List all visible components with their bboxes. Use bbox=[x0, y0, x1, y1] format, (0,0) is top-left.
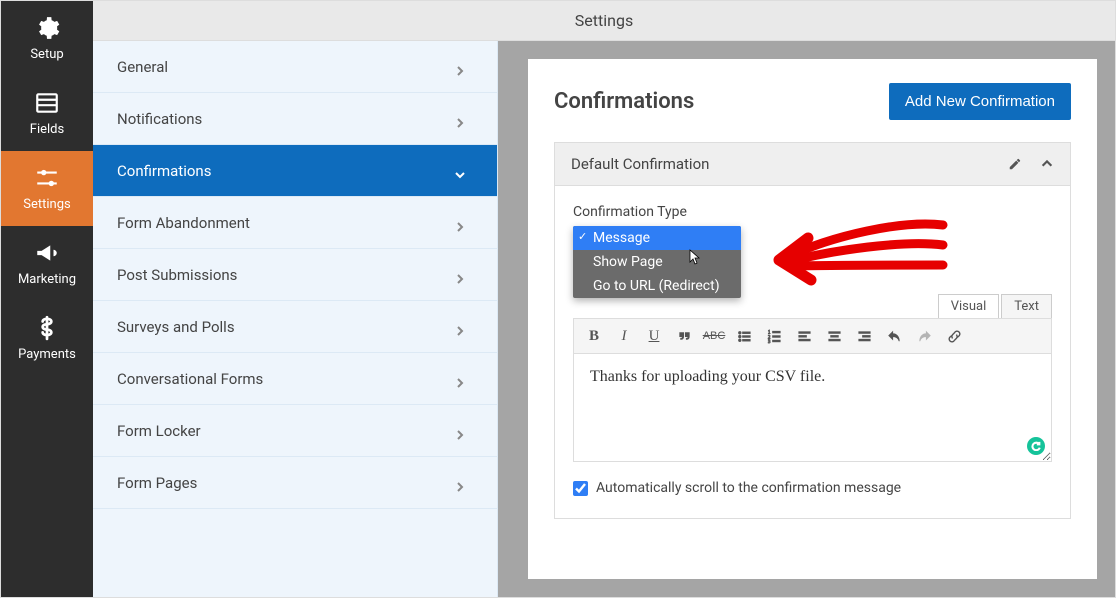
subnav-label: Form Pages bbox=[117, 474, 197, 492]
nav-setup[interactable]: Setup bbox=[1, 1, 93, 76]
editor-content-text: Thanks for uploading your CSV file. bbox=[590, 368, 825, 385]
editor-tab-visual[interactable]: Visual bbox=[938, 294, 1000, 318]
settings-subnav: General Notifications Confirmations Form… bbox=[93, 41, 498, 597]
panel-title: Confirmations bbox=[554, 89, 694, 114]
accordion-header[interactable]: Default Confirmation bbox=[554, 142, 1071, 186]
auto-scroll-checkbox-row[interactable]: Automatically scroll to the confirmation… bbox=[573, 480, 1052, 496]
sliders-icon bbox=[34, 165, 60, 191]
nav-marketing[interactable]: Marketing bbox=[1, 226, 93, 301]
grammarly-icon bbox=[1027, 437, 1045, 455]
main-panel: Confirmations Add New Confirmation Defau… bbox=[498, 41, 1115, 597]
dollar-icon bbox=[34, 315, 60, 341]
chevron-right-icon bbox=[455, 426, 465, 436]
subnav-form-pages[interactable]: Form Pages bbox=[93, 457, 497, 509]
nav-label: Marketing bbox=[18, 272, 76, 287]
dropdown-option-show-page[interactable]: Show Page bbox=[573, 250, 741, 274]
chevron-right-icon bbox=[455, 62, 465, 72]
accordion-body: Confirmation Type Message Show Page Go t… bbox=[554, 186, 1071, 519]
align-right-button[interactable] bbox=[850, 323, 878, 349]
bold-button[interactable]: B bbox=[580, 323, 608, 349]
primary-nav: Setup Fields Settings Marketing Payments bbox=[1, 1, 93, 597]
number-list-button[interactable]: 123 bbox=[760, 323, 788, 349]
chevron-right-icon bbox=[455, 374, 465, 384]
bullet-list-button[interactable] bbox=[730, 323, 758, 349]
subnav-label: General bbox=[117, 58, 168, 76]
list-icon bbox=[34, 90, 60, 116]
chevron-right-icon bbox=[455, 218, 465, 228]
redo-button[interactable] bbox=[910, 323, 938, 349]
subnav-label: Notifications bbox=[117, 110, 202, 128]
subnav-label: Post Submissions bbox=[117, 266, 237, 284]
body-wrap: General Notifications Confirmations Form… bbox=[93, 41, 1115, 597]
chevron-right-icon bbox=[455, 322, 465, 332]
accordion-title: Default Confirmation bbox=[571, 155, 709, 173]
nav-fields[interactable]: Fields bbox=[1, 76, 93, 151]
underline-button[interactable]: U bbox=[640, 323, 668, 349]
chevron-right-icon bbox=[455, 270, 465, 280]
subnav-label: Form Abandonment bbox=[117, 214, 250, 232]
auto-scroll-checkbox[interactable] bbox=[573, 481, 588, 496]
subnav-general[interactable]: General bbox=[93, 41, 497, 93]
checkbox-label: Automatically scroll to the confirmation… bbox=[596, 480, 901, 496]
subnav-conversational-forms[interactable]: Conversational Forms bbox=[93, 353, 497, 405]
subnav-post-submissions[interactable]: Post Submissions bbox=[93, 249, 497, 301]
subnav-label: Confirmations bbox=[117, 162, 211, 180]
add-new-confirmation-button[interactable]: Add New Confirmation bbox=[889, 83, 1071, 120]
nav-settings[interactable]: Settings bbox=[1, 151, 93, 226]
chevron-right-icon bbox=[455, 478, 465, 488]
subnav-form-locker[interactable]: Form Locker bbox=[93, 405, 497, 457]
editor-toolbar: B I U ABC 123 bbox=[573, 318, 1052, 354]
strikethrough-button[interactable]: ABC bbox=[700, 323, 728, 349]
subnav-label: Form Locker bbox=[117, 422, 201, 440]
panel-header: Confirmations Add New Confirmation bbox=[554, 83, 1071, 120]
nav-payments[interactable]: Payments bbox=[1, 301, 93, 376]
edit-icon[interactable] bbox=[1008, 157, 1022, 171]
chevron-right-icon bbox=[455, 114, 465, 124]
dropdown-option-go-to-url[interactable]: Go to URL (Redirect) bbox=[573, 274, 741, 298]
subnav-confirmations[interactable]: Confirmations bbox=[93, 145, 497, 197]
nav-label: Payments bbox=[18, 347, 76, 362]
link-button[interactable] bbox=[940, 323, 968, 349]
content-area: Settings General Notifications Confirmat… bbox=[93, 1, 1115, 597]
dropdown-option-message[interactable]: Message bbox=[573, 226, 741, 250]
confirmation-type-label: Confirmation Type bbox=[573, 204, 1052, 220]
nav-label: Settings bbox=[23, 197, 70, 212]
editor-tab-text[interactable]: Text bbox=[1001, 294, 1052, 318]
chevron-down-icon bbox=[455, 166, 465, 176]
svg-text:3: 3 bbox=[767, 340, 770, 344]
app-root: Setup Fields Settings Marketing Payments… bbox=[0, 0, 1116, 598]
bullhorn-icon bbox=[34, 240, 60, 266]
undo-button[interactable] bbox=[880, 323, 908, 349]
collapse-icon[interactable] bbox=[1040, 157, 1054, 171]
align-center-button[interactable] bbox=[820, 323, 848, 349]
confirmation-type-dropdown: Message Show Page Go to URL (Redirect) bbox=[573, 226, 741, 298]
arrow-annotation-icon bbox=[773, 210, 963, 300]
nav-label: Setup bbox=[30, 47, 63, 62]
page-title: Settings bbox=[93, 1, 1115, 41]
italic-button[interactable]: I bbox=[610, 323, 638, 349]
subnav-label: Surveys and Polls bbox=[117, 318, 235, 336]
subnav-surveys-polls[interactable]: Surveys and Polls bbox=[93, 301, 497, 353]
gear-icon bbox=[34, 15, 60, 41]
subnav-notifications[interactable]: Notifications bbox=[93, 93, 497, 145]
align-left-button[interactable] bbox=[790, 323, 818, 349]
message-editor[interactable]: Thanks for uploading your CSV file. bbox=[573, 354, 1052, 462]
accordion-actions bbox=[1008, 157, 1054, 171]
subnav-label: Conversational Forms bbox=[117, 370, 263, 388]
subnav-form-abandonment[interactable]: Form Abandonment bbox=[93, 197, 497, 249]
panel-card: Confirmations Add New Confirmation Defau… bbox=[528, 59, 1097, 579]
nav-label: Fields bbox=[30, 122, 64, 137]
quote-button[interactable] bbox=[670, 323, 698, 349]
